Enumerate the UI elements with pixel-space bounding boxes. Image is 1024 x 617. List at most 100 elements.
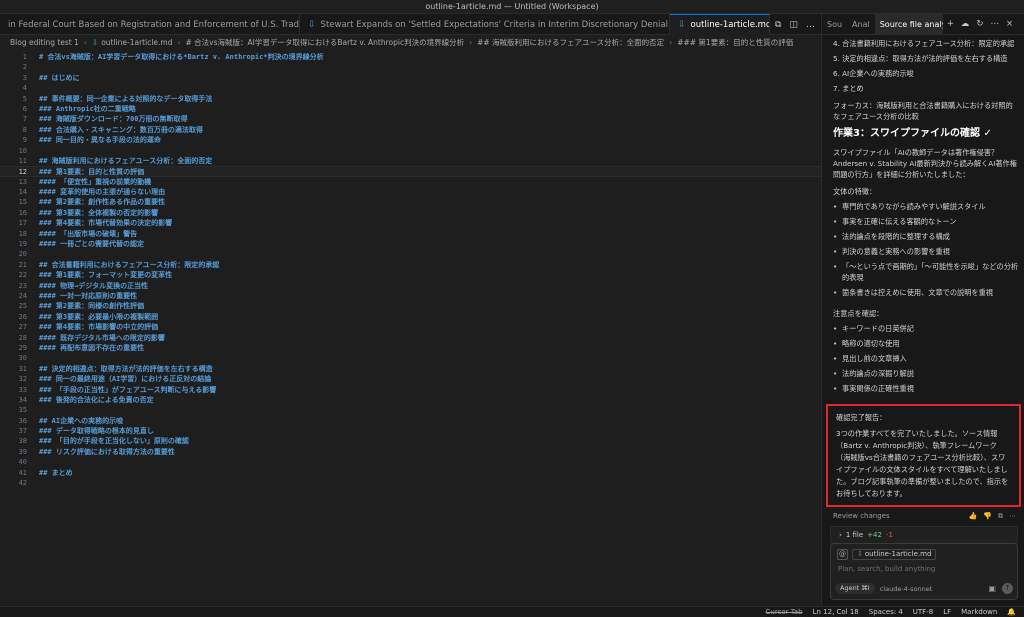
encoding[interactable]: UTF-8 — [913, 608, 933, 616]
tab-outline[interactable]: ⇩ outline-1article.md × — [670, 14, 770, 35]
line-number: 11 — [18, 156, 27, 165]
code-line[interactable]: 17 ### 第4要素：市場代替効果の決定的影響 — [0, 218, 821, 228]
model-selector[interactable]: claude-4-sonnet — [880, 585, 933, 593]
line-number: 18 — [18, 229, 27, 238]
history-icon[interactable]: ↻ — [976, 19, 983, 29]
code-line[interactable]: 33 ### 「手段の正当性」がフェアユース判断に与える影響 — [0, 385, 821, 395]
code-line[interactable]: 4 — [0, 83, 821, 93]
code-line[interactable]: 36 ## AI企業への実務的示唆 — [0, 416, 821, 426]
send-button[interactable]: ↑ — [1002, 583, 1013, 594]
code-line[interactable]: 40 — [0, 457, 821, 467]
code-line[interactable]: 6 ### Anthropic社の二重戦略 — [0, 104, 821, 114]
code-line[interactable]: 25 ### 第2要素：同様の創作性評価 — [0, 301, 821, 311]
code-line[interactable]: 12 ### 第1要素：目的と性質の評価 — [0, 166, 821, 177]
code-line[interactable]: 27 ### 第4要素：市場影響の中立的評価 — [0, 322, 821, 332]
code-line[interactable]: 9 ### 同一目的・異なる手段の法的運命 — [0, 135, 821, 145]
chat-input[interactable] — [838, 563, 1008, 574]
code-line[interactable]: 10 — [0, 146, 821, 156]
tab-sources[interactable]: Sou — [822, 14, 847, 35]
code-line[interactable]: 11 ## 海賊版利用におけるフェアユース分析：全面的否定 — [0, 156, 821, 166]
code-line[interactable]: 3 ## はじめに — [0, 73, 821, 83]
open-preview-icon[interactable]: ⧉ — [775, 20, 781, 30]
code-line[interactable]: 18 #### 「出版市場の破壊」警告 — [0, 229, 821, 239]
line-ending[interactable]: LF — [943, 608, 951, 616]
code-line[interactable]: 35 — [0, 405, 821, 415]
code-line[interactable]: 15 ### 第2要素：創作性ある作品の重要性 — [0, 197, 821, 207]
code-line[interactable]: 16 ### 第3要素：全体複製の否定的影響 — [0, 208, 821, 218]
cursor-position[interactable]: Ln 12, Col 18 — [813, 608, 859, 616]
code-line[interactable]: 23 #### 物理→デジタル変換の正当性 — [0, 281, 821, 291]
line-number: 24 — [18, 291, 27, 300]
code-line[interactable]: 7 ### 海賊版ダウンロード：700万冊の無断取得 — [0, 114, 821, 124]
code-line[interactable]: 22 ### 第1要素：フォーマット変更の変革性 — [0, 270, 821, 280]
line-number: 7 — [22, 115, 27, 124]
tab-source-file-analysis[interactable]: Source file analy — [874, 13, 943, 35]
code-editor[interactable]: 1 # 合法vs海賊版：AI学習データ取得における*Bartz v. Anthro… — [0, 52, 821, 602]
code-line[interactable]: 29 #### 再配布意図不存在の重要性 — [0, 343, 821, 353]
more-actions-icon[interactable]: … — [806, 20, 815, 30]
list-item: 「〜という点で画期的」「〜可能性を示唆」などの分析的表現 — [833, 261, 1019, 283]
plus-icon[interactable]: + — [947, 19, 954, 29]
code-text: ### 第1要素：フォーマット変更の変革性 — [39, 271, 173, 280]
line-number: 6 — [22, 104, 27, 113]
code-line[interactable]: 34 ### 後発的合法化による免責の否定 — [0, 395, 821, 405]
code-line[interactable]: 20 — [0, 249, 821, 259]
changed-files-summary[interactable]: › 1 file +42 -1 — [830, 526, 1018, 544]
breadcrumb-item[interactable]: ## 海賊版利用におけるフェアユース分析：全面的否定 — [477, 37, 664, 48]
code-line[interactable]: 38 ### 「目的が手段を正当化しない」原則の確認 — [0, 436, 821, 446]
line-number: 5 — [22, 94, 27, 103]
thumbs-up-icon[interactable]: 👍 — [969, 512, 978, 521]
review-changes-label[interactable]: Review changes — [833, 512, 890, 520]
code-line[interactable]: 30 — [0, 353, 821, 363]
code-text: ## AI企業への実務的示唆 — [39, 416, 124, 425]
copy-icon[interactable]: ⧉ — [998, 512, 1003, 521]
split-editor-icon[interactable]: ◫ — [789, 20, 798, 30]
code-line[interactable]: 14 #### 変革的使用の主張が通らない理由 — [0, 187, 821, 197]
bell-icon[interactable]: 🔔 — [1007, 608, 1016, 616]
code-line[interactable]: 24 #### 一対一対応原則の重要性 — [0, 291, 821, 301]
outline-item: 5. 決定的相違点：取得方法が法的評価を左右する構造 — [833, 54, 1008, 63]
code-line[interactable]: 1 # 合法vs海賊版：AI学習データ取得における*Bartz v. Anthro… — [0, 52, 821, 62]
line-number: 8 — [22, 125, 27, 134]
tab-federal-court[interactable]: in Federal Court Based on Registration a… — [0, 14, 300, 35]
list-item: 見出し前の文章挿入 — [833, 353, 1019, 368]
editor-area: in Federal Court Based on Registration a… — [0, 14, 821, 606]
mention-icon[interactable]: @ — [837, 549, 848, 560]
code-line[interactable]: 37 ### データ取得戦略の根本的見直し — [0, 426, 821, 436]
more-icon[interactable]: ⋯ — [1009, 512, 1016, 521]
code-line[interactable]: 41 ## まとめ — [0, 468, 821, 478]
code-text: #### 物理→デジタル変換の正当性 — [39, 281, 149, 290]
code-line[interactable]: 31 ## 決定的相違点：取得方法が法的評価を左右する構造 — [0, 364, 821, 374]
tab-stewart[interactable]: ⇩ Stewart Expands on 'Settled Expectatio… — [300, 14, 670, 35]
breadcrumb-item[interactable]: ### 第1要素：目的と性質の評価 — [677, 37, 793, 48]
code-line[interactable]: 39 ### リスク評価における取得方法の重要性 — [0, 447, 821, 457]
indentation[interactable]: Spaces: 4 — [869, 608, 903, 616]
chat-toolbar-left: Agent ⌘I claude-4-sonnet — [835, 583, 932, 594]
code-line[interactable]: 21 ## 合法書籍利用におけるフェアユース分析：限定的承認 — [0, 260, 821, 270]
code-line[interactable]: 19 #### 一冊ごとの需要代替の認定 — [0, 239, 821, 249]
list-item: 事実関係の正確性重視 — [833, 383, 1019, 398]
agent-mode-selector[interactable]: Agent ⌘I — [835, 583, 875, 594]
tab-analysis[interactable]: Anal — [847, 14, 875, 35]
cursor-tab-status[interactable]: Cursor Tab — [766, 608, 803, 616]
code-line[interactable]: 13 #### 「便宜性」重視の前業的動機 — [0, 177, 821, 187]
line-number: 32 — [18, 375, 27, 384]
more-icon[interactable]: ⋯ — [990, 19, 999, 29]
code-line[interactable]: 26 ### 第3要素：必要最小限の複製範囲 — [0, 312, 821, 322]
code-line[interactable]: 2 — [0, 62, 821, 72]
image-icon[interactable]: ▣ — [988, 584, 996, 593]
breadcrumb-item[interactable]: Blog editing test 1 — [10, 38, 79, 47]
breadcrumb-item[interactable]: outline-1article.md — [101, 38, 172, 47]
thumbs-down-icon[interactable]: 👎 — [983, 512, 992, 521]
code-text: #### 「便宜性」重視の前業的動機 — [39, 177, 152, 186]
code-line[interactable]: 8 ### 合法購入・スキャニング：数百万冊の適法取得 — [0, 125, 821, 135]
context-file-pill[interactable]: ⇩ outline-1article.md — [852, 549, 937, 560]
cloud-icon[interactable]: ☁ — [961, 19, 970, 29]
language-mode[interactable]: Markdown — [961, 608, 997, 616]
code-line[interactable]: 32 ### 同一の最終用途（AI学習）における正反対の結論 — [0, 374, 821, 384]
code-line[interactable]: 28 #### 既存デジタル市場への限定的影響 — [0, 333, 821, 343]
breadcrumb-item[interactable]: # 合法vs海賊版：AI学習データ取得におけるBartz v. Anthropi… — [185, 37, 464, 48]
close-icon[interactable]: × — [1006, 19, 1013, 29]
code-line[interactable]: 5 ## 事件概要：同一企業による対照的なデータ取得手法 — [0, 94, 821, 104]
code-line[interactable]: 42 — [0, 478, 821, 488]
